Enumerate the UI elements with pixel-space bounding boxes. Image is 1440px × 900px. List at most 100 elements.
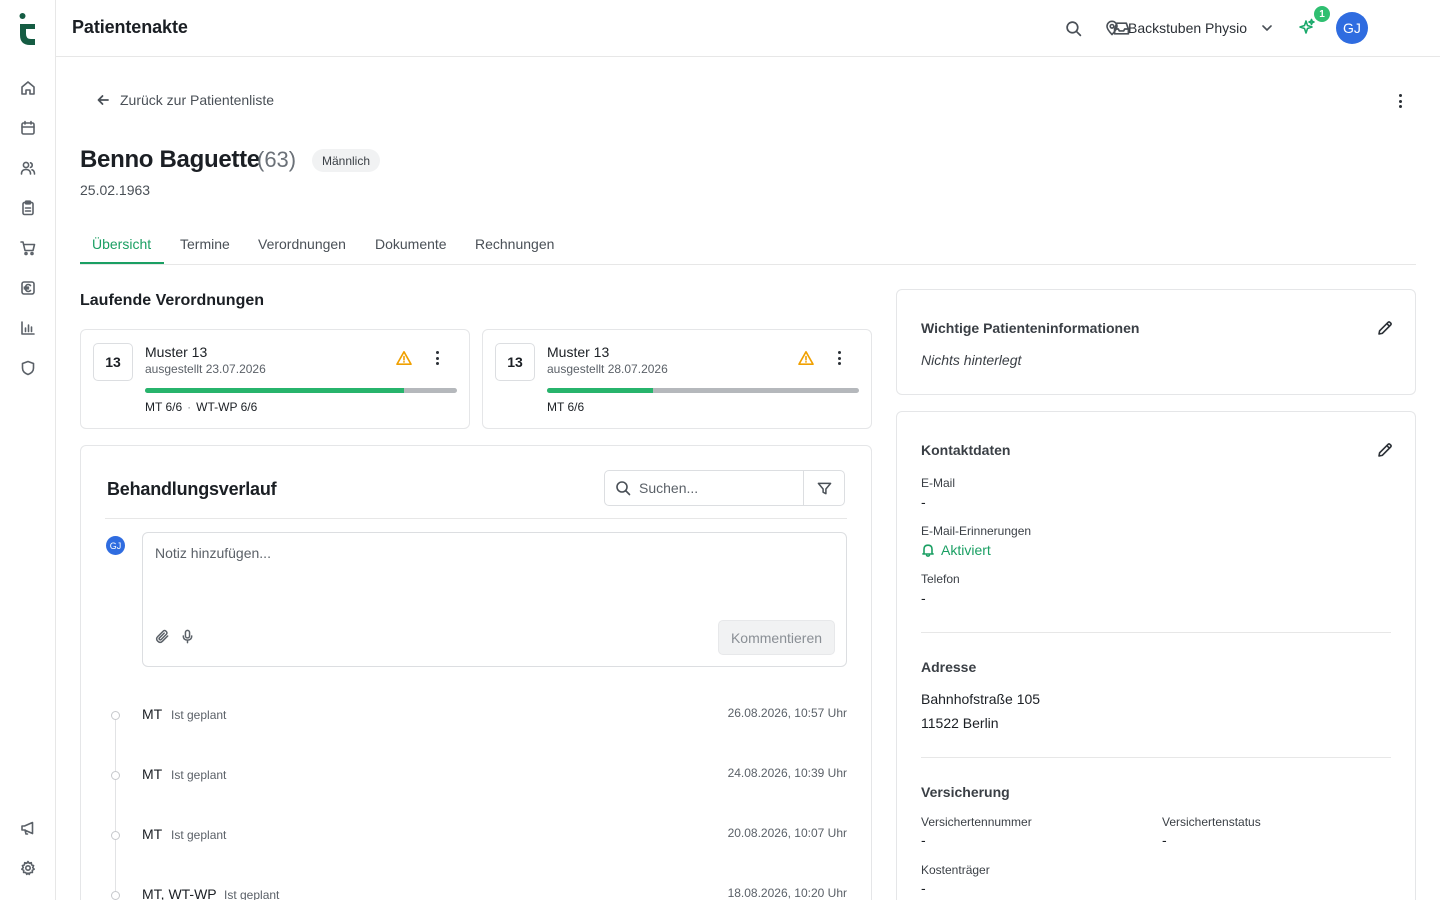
entry-date: 24.08.2026, 10:39 Uhr [727,766,847,780]
timeline-entry[interactable]: MT, WT-WP Ist geplant 18.08.2026, 10:20 … [81,886,871,900]
filter-button[interactable] [803,470,845,506]
service-count: MT 6/6 [145,400,183,414]
separator-dot: · [187,400,192,414]
sparkle-icon[interactable] [1298,18,1318,38]
cart-icon[interactable] [18,238,38,258]
entry-type: MT, WT-WP [142,886,217,900]
email-reminder-value: Aktiviert [941,542,991,558]
divider [105,518,847,519]
page-more-menu-button[interactable] [1390,91,1410,111]
pencil-icon[interactable] [1377,442,1395,460]
timeline-entry[interactable]: MT Ist geplant 26.08.2026, 10:57 Uhr [81,706,871,730]
back-link-label: Zurück zur Patientenliste [120,92,275,108]
chevron-down-icon [1262,25,1272,31]
timeline-line [115,714,116,900]
phone-value: - [921,590,926,606]
note-input[interactable] [155,545,815,605]
prescription-services: MT 6/6 [547,400,584,414]
prescription-title: Muster 13 [547,344,610,360]
timeline-entry[interactable]: MT Ist geplant 24.08.2026, 10:39 Uhr [81,766,871,790]
entry-status: Ist geplant [171,828,227,842]
timeline-dot [111,771,120,780]
tab-invoices[interactable]: Rechnungen [475,236,554,252]
patient-date-of-birth: 25.02.1963 [80,182,151,198]
address-city: 11522 Berlin [921,715,999,731]
euro-icon[interactable] [18,278,38,298]
kebab-icon [837,351,841,365]
payer-value: - [921,880,926,896]
settings-icon[interactable] [18,858,38,878]
address-title: Adresse [921,659,977,675]
user-avatar[interactable]: GJ [1336,12,1368,44]
divider [921,632,1391,633]
tab-overview[interactable]: Übersicht [92,236,151,252]
progress-fill [547,388,654,393]
clipboard-icon[interactable] [18,198,38,218]
filter-icon [817,482,831,494]
kebab-icon [1398,94,1402,108]
entry-status: Ist geplant [224,888,280,900]
location-pin-icon [1106,20,1118,36]
tab-appointments[interactable]: Termine [180,236,230,252]
prescription-number: 13 [93,343,133,381]
prescription-menu-button[interactable] [427,348,447,368]
email-reminder-status[interactable]: Aktiviert [921,542,991,558]
insurance-title: Versicherung [921,784,1010,800]
contact-card: Kontaktdaten E-Mail - E-Mail-Erinnerunge… [896,411,1416,900]
history-search [604,470,804,506]
patient-tabs: Übersicht Termine Verordnungen Dokumente… [80,224,1416,265]
entry-status: Ist geplant [171,768,227,782]
note-composer: Kommentieren [142,532,847,667]
search-icon [616,481,631,496]
megaphone-icon[interactable] [18,818,38,838]
prescription-card[interactable]: 13 Muster 13 ausgestellt 23.07.2026 MT 6… [80,329,470,429]
timeline-entry[interactable]: MT Ist geplant 20.08.2026, 10:07 Uhr [81,826,871,850]
email-value: - [921,494,926,510]
divider [921,757,1391,758]
insurance-number-label: Versichertennummer [921,815,1032,829]
active-tab-indicator [80,262,164,264]
prescription-title: Muster 13 [145,344,208,360]
app-logo[interactable] [18,12,38,46]
calendar-icon[interactable] [18,118,38,138]
address-street: Bahnhofstraße 105 [921,691,1041,707]
notification-badge: 1 [1314,6,1330,22]
bell-icon [922,544,934,557]
users-icon[interactable] [18,158,38,178]
home-icon[interactable] [18,78,38,98]
tab-documents[interactable]: Dokumente [375,236,447,252]
running-prescriptions-title: Laufende Verordnungen [80,292,265,309]
history-search-input[interactable] [639,480,789,496]
location-label: Backstuben Physio [1128,20,1248,36]
prescription-menu-button[interactable] [829,348,849,368]
important-info-value: Nichts hinterlegt [921,352,1022,368]
back-to-patient-list-link[interactable]: Zurück zur Patientenliste [96,92,274,108]
comment-button[interactable]: Kommentieren [718,620,835,655]
entry-date: 20.08.2026, 10:07 Uhr [727,826,847,840]
prescription-progress-bar [145,388,457,393]
prescription-services: MT 6/6 · WT-WP 6/6 [145,400,257,414]
service-count: MT 6/6 [547,400,585,414]
contact-title: Kontaktdaten [921,442,1011,458]
prescription-number: 13 [495,343,535,381]
gender-badge: Männlich [312,149,381,172]
microphone-icon[interactable] [180,629,196,645]
paperclip-icon[interactable] [155,629,171,645]
warning-icon[interactable] [396,350,412,366]
pencil-icon[interactable] [1377,320,1395,338]
search-icon[interactable] [1063,18,1083,38]
patient-name: Benno Baguette [80,146,260,173]
insurance-number-value: - [921,832,926,848]
location-selector[interactable]: Backstuben Physio [1104,18,1275,38]
bar-chart-icon[interactable] [18,318,38,338]
phone-label: Telefon [921,572,960,586]
patient-age: (63) [257,147,297,172]
treatment-history-card: Behandlungsverlauf GJ Kommentieren MT Is… [80,445,872,900]
entry-status: Ist geplant [171,708,227,722]
warning-icon[interactable] [798,350,814,366]
note-author-avatar: GJ [106,536,125,555]
tab-prescriptions[interactable]: Verordnungen [258,236,346,252]
email-label: E-Mail [921,476,956,490]
shield-icon[interactable] [18,358,38,378]
prescription-card[interactable]: 13 Muster 13 ausgestellt 28.07.2026 MT 6… [482,329,872,429]
